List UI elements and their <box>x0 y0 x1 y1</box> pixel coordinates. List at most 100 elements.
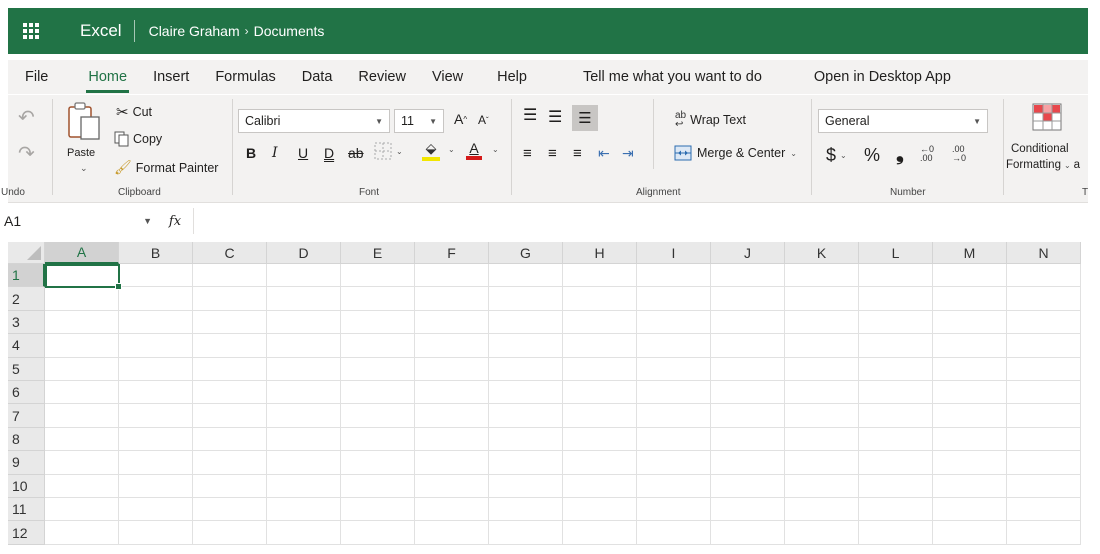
cell-d1[interactable] <box>267 264 341 288</box>
name-box[interactable]: A1 ▼ <box>0 208 158 234</box>
row-header-9[interactable]: 9 <box>8 451 45 475</box>
column-header-g[interactable]: G <box>489 242 563 264</box>
cell-a6[interactable] <box>45 381 119 405</box>
spreadsheet-grid[interactable]: A B C D E F G H I J K L M N 1 2 3 4 5 6 7 8 9 10 11 12 <box>8 242 1088 546</box>
cell-h3[interactable] <box>563 310 637 335</box>
cell-a7[interactable] <box>45 404 119 428</box>
cell-c12[interactable] <box>193 521 267 545</box>
cell-f9[interactable] <box>415 451 489 475</box>
cell-k5[interactable] <box>785 357 859 381</box>
cell-g8[interactable] <box>489 427 563 452</box>
cell-i12[interactable] <box>637 521 711 545</box>
cell-h12[interactable] <box>563 521 637 545</box>
cell-i9[interactable] <box>637 451 711 475</box>
cell-l11[interactable] <box>859 498 933 522</box>
cell-j1[interactable] <box>711 264 785 288</box>
decrease-decimal-icon[interactable]: .00 →0 <box>952 145 966 163</box>
cell-f10[interactable] <box>415 474 489 498</box>
cell-h5[interactable] <box>563 357 637 381</box>
cell-d7[interactable] <box>267 404 341 428</box>
cell-m11[interactable] <box>933 498 1007 522</box>
tell-me-search[interactable]: Tell me what you want to do <box>583 69 762 85</box>
bold-button[interactable]: B <box>246 145 256 161</box>
cell-i3[interactable] <box>637 310 711 335</box>
cell-n1[interactable] <box>1007 264 1081 288</box>
chevron-down-icon[interactable]: ⌄ <box>448 145 455 154</box>
column-header-i[interactable]: I <box>637 242 711 264</box>
cell-a3[interactable] <box>45 310 119 335</box>
comma-style-button[interactable]: ❟ <box>896 143 904 166</box>
cell-b11[interactable] <box>119 498 193 522</box>
formula-input[interactable] <box>193 208 1100 234</box>
cell-a10[interactable] <box>45 474 119 498</box>
cell-g1[interactable] <box>489 264 563 288</box>
align-center-icon[interactable]: ≡ <box>548 145 557 162</box>
cell-h2[interactable] <box>563 287 637 311</box>
cell-l3[interactable] <box>859 310 933 335</box>
row-header-5[interactable]: 5 <box>8 357 45 381</box>
cell-k10[interactable] <box>785 474 859 498</box>
align-right-icon[interactable]: ≡ <box>573 145 582 162</box>
cell-f6[interactable] <box>415 381 489 405</box>
column-header-a[interactable]: A <box>45 242 119 264</box>
cell-c5[interactable] <box>193 357 267 381</box>
cell-l2[interactable] <box>859 287 933 311</box>
column-header-f[interactable]: F <box>415 242 489 264</box>
cell-j12[interactable] <box>711 521 785 545</box>
cell-l5[interactable] <box>859 357 933 381</box>
cell-d9[interactable] <box>267 451 341 475</box>
cell-m12[interactable] <box>933 521 1007 545</box>
menu-file[interactable]: File <box>25 69 48 85</box>
cell-a4[interactable] <box>45 334 119 358</box>
cell-b9[interactable] <box>119 451 193 475</box>
cell-f11[interactable] <box>415 498 489 522</box>
paste-chevron-down-icon[interactable]: ⌄ <box>80 163 88 174</box>
cell-e3[interactable] <box>341 310 415 335</box>
cell-d8[interactable] <box>267 427 341 452</box>
copy-button[interactable]: Copy <box>114 131 162 147</box>
cell-g10[interactable] <box>489 474 563 498</box>
cell-g6[interactable] <box>489 381 563 405</box>
cell-f1[interactable] <box>415 264 489 288</box>
cell-b8[interactable] <box>119 427 193 452</box>
cell-n6[interactable] <box>1007 381 1081 405</box>
cell-d4[interactable] <box>267 334 341 358</box>
font-name-dropdown[interactable]: Calibri ▼ <box>238 109 390 133</box>
chevron-down-icon[interactable]: ⌄ <box>492 145 499 154</box>
menu-view[interactable]: View <box>432 69 463 85</box>
cell-k8[interactable] <box>785 427 859 452</box>
cell-l12[interactable] <box>859 521 933 545</box>
cell-g7[interactable] <box>489 404 563 428</box>
cell-j8[interactable] <box>711 427 785 452</box>
cell-j3[interactable] <box>711 310 785 335</box>
cell-f4[interactable] <box>415 334 489 358</box>
align-middle-icon[interactable]: ☰ <box>548 107 562 127</box>
cell-n5[interactable] <box>1007 357 1081 381</box>
cell-n2[interactable] <box>1007 287 1081 311</box>
cell-k7[interactable] <box>785 404 859 428</box>
cell-l10[interactable] <box>859 474 933 498</box>
cell-e9[interactable] <box>341 451 415 475</box>
cell-i4[interactable] <box>637 334 711 358</box>
cell-j4[interactable] <box>711 334 785 358</box>
row-header-11[interactable]: 11 <box>8 498 45 522</box>
cell-c10[interactable] <box>193 474 267 498</box>
cell-h8[interactable] <box>563 427 637 452</box>
cell-g9[interactable] <box>489 451 563 475</box>
cell-i8[interactable] <box>637 427 711 452</box>
menu-home[interactable]: Home <box>86 69 129 93</box>
cell-d11[interactable] <box>267 498 341 522</box>
cell-f5[interactable] <box>415 357 489 381</box>
column-header-j[interactable]: J <box>711 242 785 264</box>
cell-c1[interactable] <box>193 264 267 288</box>
cell-i7[interactable] <box>637 404 711 428</box>
app-launcher-button[interactable] <box>8 8 54 54</box>
cell-d12[interactable] <box>267 521 341 545</box>
column-header-m[interactable]: M <box>933 242 1007 264</box>
cell-a11[interactable] <box>45 498 119 522</box>
cell-h4[interactable] <box>563 334 637 358</box>
cell-f2[interactable] <box>415 287 489 311</box>
cell-j9[interactable] <box>711 451 785 475</box>
cell-k2[interactable] <box>785 287 859 311</box>
menu-review[interactable]: Review <box>358 69 406 85</box>
